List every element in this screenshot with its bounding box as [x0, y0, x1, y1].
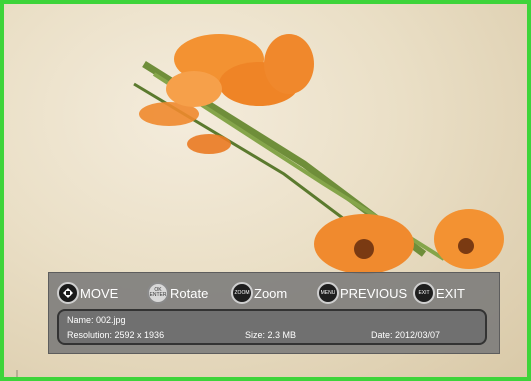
move-label: MOVE — [80, 285, 119, 301]
file-info-box: Name: 002.jpg Resolution: 2592 x 1936 Si… — [57, 309, 487, 345]
previous-control[interactable]: MENU PREVIOUS — [317, 279, 407, 307]
zoom-label: Zoom — [254, 285, 288, 301]
file-name: Name: 002.jpg — [67, 315, 126, 325]
control-hints: MOVE OK ENTER Rotate ZOOM Zoom MENU PREV… — [49, 279, 499, 307]
exit-icon: EXIT — [413, 282, 435, 304]
dpad-icon — [57, 282, 79, 304]
ok-enter-icon: OK ENTER — [147, 282, 169, 304]
photo-viewer-frame: MOVE OK ENTER Rotate ZOOM Zoom MENU PREV… — [0, 0, 531, 381]
osd-control-bar: MOVE OK ENTER Rotate ZOOM Zoom MENU PREV… — [48, 272, 500, 354]
exit-label: EXIT — [436, 285, 465, 301]
menu-icon: MENU — [317, 282, 339, 304]
file-size: Size: 2.3 MB — [245, 330, 297, 340]
previous-label: PREVIOUS — [340, 285, 408, 301]
zoom-control[interactable]: ZOOM Zoom — [231, 279, 287, 307]
rotate-control[interactable]: OK ENTER Rotate — [147, 279, 208, 307]
zoom-icon: ZOOM — [231, 282, 253, 304]
file-date: Date: 2012/03/07 — [371, 330, 441, 340]
move-control[interactable]: MOVE — [57, 279, 118, 307]
corner-mark — [16, 370, 48, 377]
file-resolution: Resolution: 2592 x 1936 — [67, 330, 165, 340]
rotate-label: Rotate — [170, 285, 209, 301]
exit-control[interactable]: EXIT EXIT — [413, 279, 465, 307]
